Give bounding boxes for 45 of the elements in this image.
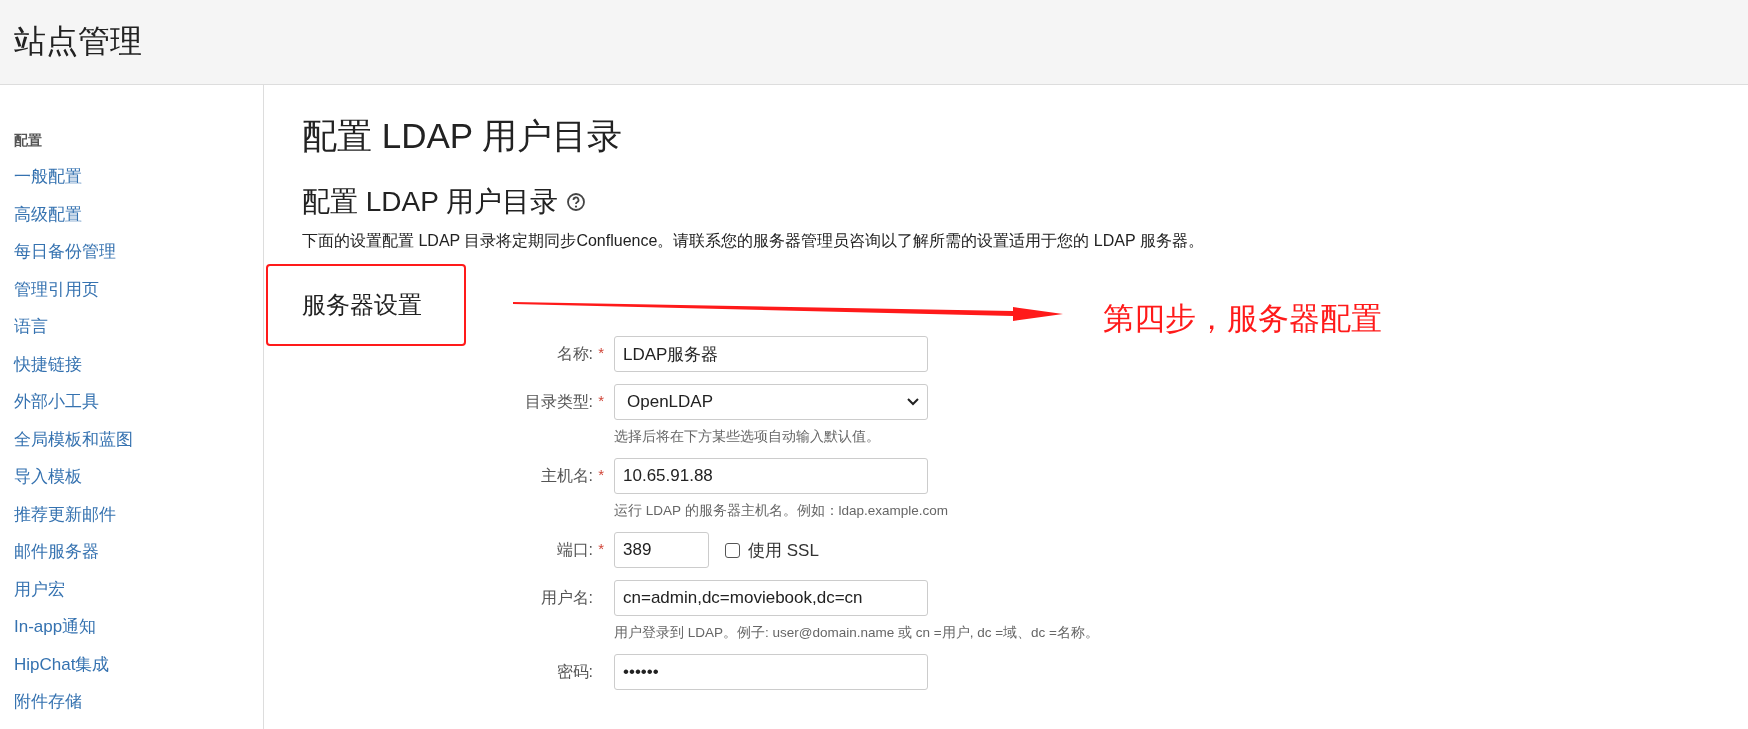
checkbox-label[interactable]: 使用 SSL [725,538,819,562]
sidebar-link[interactable]: 外部小工具 [14,383,99,421]
page-title: 配置 LDAP 用户目录 [302,114,623,157]
sidebar-link[interactable]: 全局模板和蓝图 [14,420,133,458]
chevron-down-icon [907,398,919,406]
field-label: 用户名: [540,587,593,608]
required-mark: * [597,391,604,409]
field-label: 密码: [556,661,593,682]
sidebar-link[interactable]: 语言 [14,308,48,346]
input-field[interactable]: LDAP服务器 [614,336,928,372]
required-mark: * [597,465,604,483]
sidebar-link[interactable]: 快捷链接 [14,345,82,383]
sidebar-link[interactable]: 一般配置 [14,158,82,196]
sidebar-link[interactable]: 邮件服务器 [14,533,99,571]
required-mark: * [597,539,604,557]
server-settings-heading: 服务器设置 [302,290,422,320]
sidebar-link[interactable]: 用户宏 [14,570,65,608]
annotation-text: 第四步，服务器配置 [1103,300,1382,338]
sidebar-link[interactable]: 管理引用页 [14,270,99,308]
sidebar-link[interactable]: 高级配置 [14,195,82,233]
field-hint: 用户登录到 LDAP。例子: user@domain.name 或 cn =用户, dc =域、dc =名称。 [614,624,1100,642]
required-mark: * [597,343,604,361]
input-field[interactable]: 389 [614,532,709,568]
description-text: 下面的设置配置 LDAP 目录将定期同步Confluence。请联系您的服务器管理员咨询以了解所需的设置适用于您的 LDAP 服务器。 [302,231,1204,251]
sidebar-link[interactable]: 每日备份管理 [14,233,116,271]
sidebar-link[interactable]: 附件存储 [14,683,82,721]
field-label: 端口: [556,539,593,560]
input-field[interactable]: •••••• [614,654,928,690]
section-title: 配置 LDAP 用户目录 [302,185,559,219]
sidebar-link[interactable]: 导入模板 [14,458,82,496]
sidebar-heading: 配置 [14,131,43,150]
sidebar-link[interactable]: 推荐更新邮件 [14,495,116,533]
directory-type-select[interactable]: OpenLDAP [614,384,928,420]
input-field[interactable]: cn=admin,dc=moviebook,dc=cn [614,580,928,616]
field-label: 名称: [556,343,593,364]
sidebar-link[interactable]: In-app通知 [14,608,97,646]
help-icon[interactable] [566,192,587,212]
input-field[interactable]: 10.65.91.88 [614,458,928,494]
checkbox[interactable] [725,542,740,558]
field-hint: 运行 LDAP 的服务器主机名。例如：ldap.example.com [614,502,950,520]
field-label: 目录类型: [524,391,593,412]
field-label: 主机名: [540,465,593,486]
sidebar-link[interactable]: HipChat集成 [14,645,110,683]
field-hint: 选择后将在下方某些选项自动输入默认值。 [614,428,881,446]
page-header-title: 站点管理 [14,22,142,61]
